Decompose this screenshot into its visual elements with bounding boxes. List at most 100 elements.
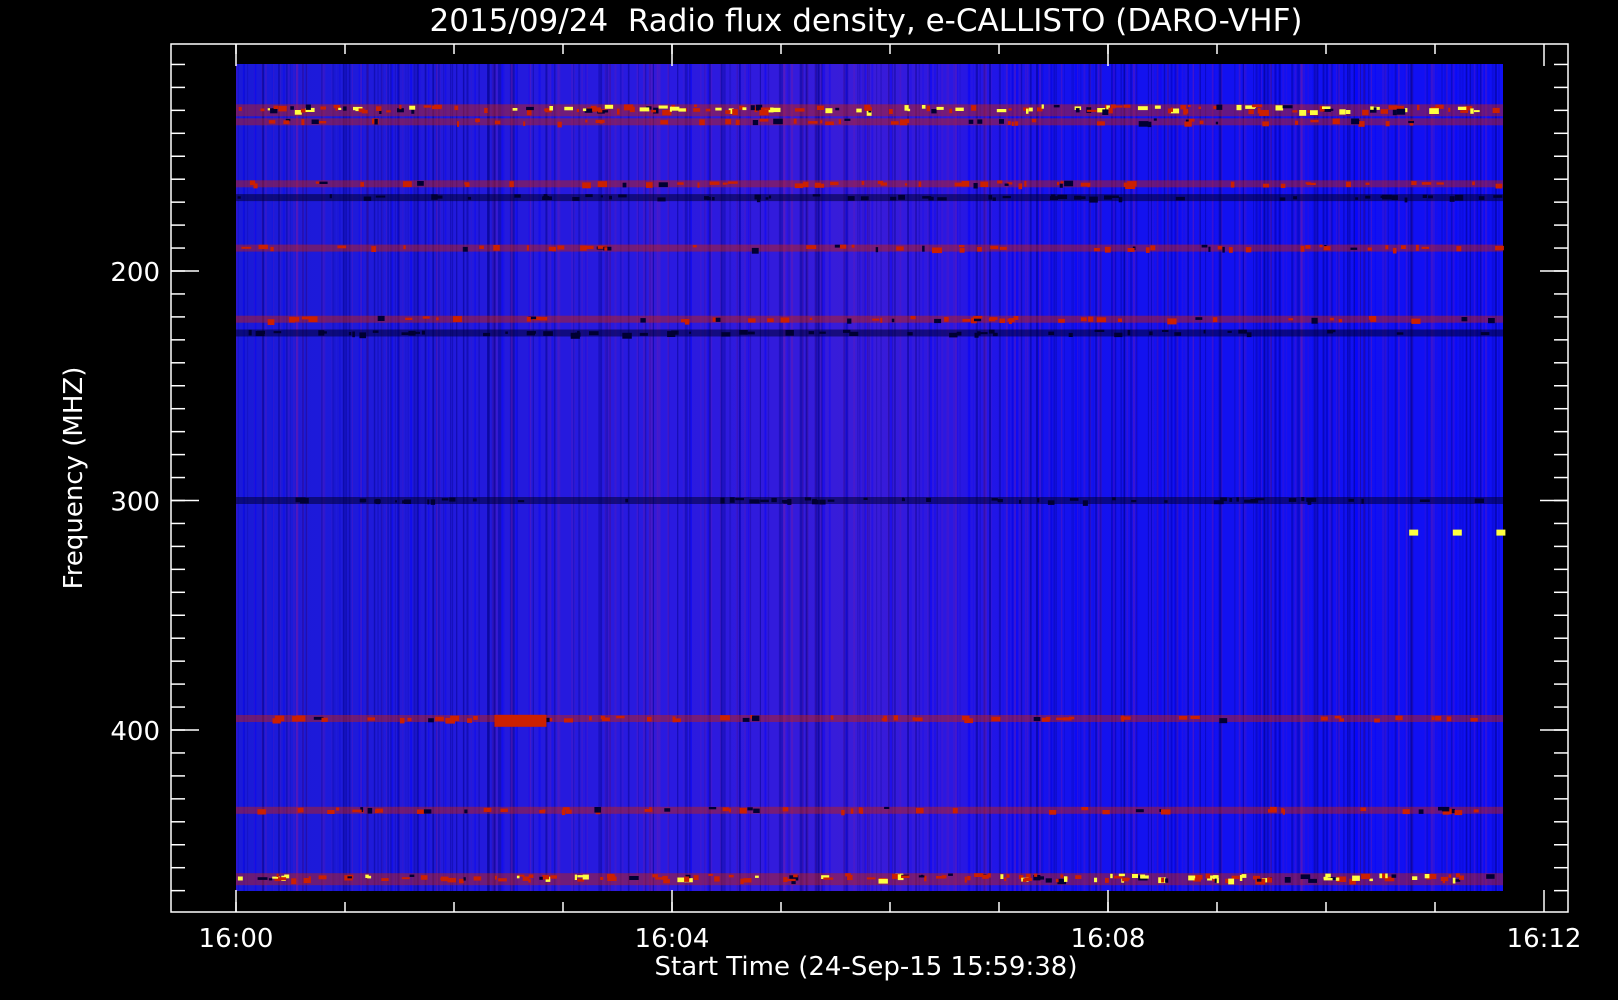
band-speck [1000,874,1004,879]
x-tick-label: 16:00 [199,924,274,954]
texture-streak [487,64,489,891]
texture-streak [619,64,622,891]
band-speck [915,717,923,722]
band-speck [1352,875,1360,881]
band-speck [825,121,834,126]
band-130mhz [236,104,1503,117]
band-speck [827,499,835,502]
texture-streak [1112,64,1115,891]
texture-streak [864,64,867,891]
band-speck [1492,107,1500,113]
band-speck [472,498,477,502]
band-speck [863,497,868,500]
band-speck [290,106,294,110]
texture-streak [1064,64,1065,891]
band-speck [260,108,265,112]
band-speck [660,120,668,125]
texture-streak [947,64,950,891]
band-speck [693,875,699,880]
band-speck [1149,331,1153,336]
texture-streak [435,64,437,891]
band-speck [1374,718,1380,723]
band-speck [980,332,988,335]
band-speck [338,107,342,110]
texture-streak [1182,64,1184,891]
band-speck [664,808,671,812]
band-speck [267,319,275,325]
texture-streak [501,64,504,891]
texture-streak [432,64,435,891]
band-speck [1075,108,1080,113]
texture-streak [983,64,986,891]
texture-streak [690,64,692,891]
band-speck [720,497,725,504]
texture-streak [452,64,454,891]
band-speck [564,106,573,111]
texture-streak [1405,64,1408,891]
band-speck [1132,874,1138,878]
texture-streak [1336,64,1338,891]
band-speck [922,245,925,252]
band-speck [825,108,833,114]
burst-2.6min-396mhz [494,714,547,727]
band-speck [367,717,375,721]
band-speck [1216,878,1219,884]
texture-streak [1234,64,1236,891]
band-speck [498,878,507,882]
texture-streak [736,64,739,891]
band-speck [528,874,534,878]
texture-streak [1488,64,1490,891]
band-speck [1361,873,1371,880]
texture-streak [286,64,288,891]
band-speck [377,315,385,321]
band-speck [1293,196,1298,200]
band-speck [977,247,982,252]
band-speck [622,332,632,339]
band-speck [893,715,898,721]
band-speck [1203,329,1206,334]
band-speck [725,119,732,125]
texture-streak [724,64,726,891]
texture-streak [817,64,819,891]
band-speck [1488,318,1495,324]
texture-streak [816,64,818,891]
band-speck [672,718,681,723]
band-speck [1033,717,1041,722]
texture-streak [1291,64,1294,891]
texture-streak [1480,64,1481,891]
texture-streak [1013,64,1016,891]
band-speck [405,317,413,320]
band-speck [1105,877,1109,883]
band-speck [921,105,926,109]
band-speck [1225,878,1229,884]
band-speck [1478,196,1485,200]
texture-streak [1179,64,1181,891]
band-speck [811,499,819,505]
texture-streak [529,64,532,891]
band-speck [747,807,753,811]
band-speck [1454,194,1464,201]
band-speck [1068,332,1073,337]
burst-11.2min-314mhz [1452,529,1462,536]
texture-streak [390,64,392,891]
texture-streak [1038,64,1040,891]
band-speck [258,244,268,250]
band-speck [1108,107,1113,114]
texture-streak [1120,64,1123,891]
texture-streak [968,64,971,891]
texture-streak [1100,64,1102,891]
band-speck [423,809,432,814]
band-speck [714,876,720,882]
texture-streak [867,64,869,891]
band-speck [1358,121,1365,127]
band-speck [808,121,818,124]
band-speck [483,332,491,337]
band-speck [974,873,984,877]
texture-streak [550,64,552,891]
band-speck [1004,183,1009,186]
band-speck [337,245,347,249]
texture-streak [1095,64,1097,891]
band-speck [609,195,612,200]
band-speck [793,118,797,124]
band-speck [601,717,610,721]
